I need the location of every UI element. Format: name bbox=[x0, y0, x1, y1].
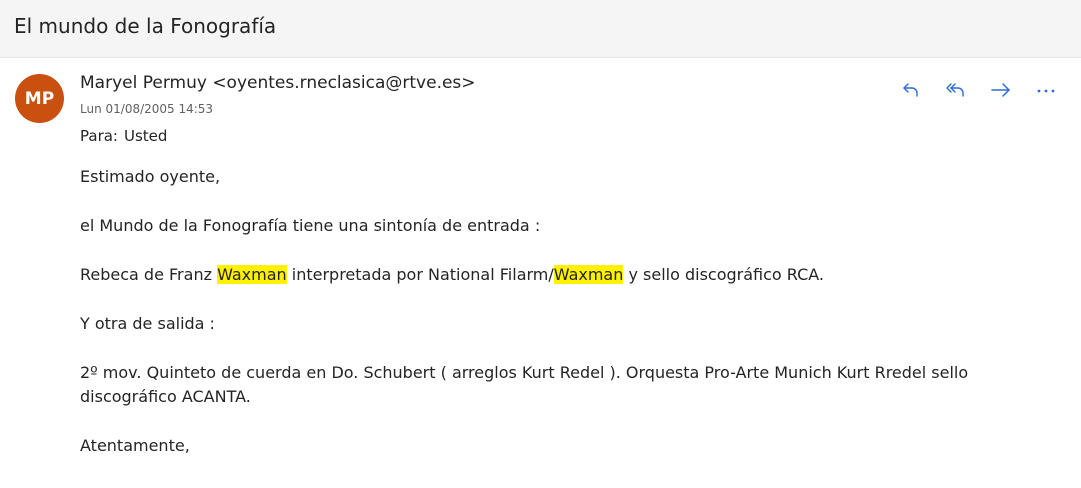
entry-text-1: Rebeca de Franz bbox=[80, 265, 218, 284]
more-icon bbox=[1037, 89, 1055, 93]
entry-text-2: interpretada por National Filarm/ bbox=[286, 265, 554, 284]
email-body: Estimado oyente, el Mundo de la Fonograf… bbox=[80, 165, 1040, 483]
reply-button[interactable] bbox=[896, 78, 926, 102]
body-line-exit-theme: 2º mov. Quinteto de cuerda en Do. Schube… bbox=[80, 363, 969, 406]
forward-button[interactable] bbox=[986, 78, 1016, 102]
body-line-exit-intro: Y otra de salida : bbox=[80, 314, 215, 333]
forward-icon bbox=[991, 83, 1010, 97]
sender-name-email[interactable]: Maryel Permuy <oyentes.rneclasica@rtve.e… bbox=[80, 73, 476, 93]
message-actions bbox=[896, 78, 1061, 102]
entry-text-3: y sello discográfico RCA. bbox=[623, 265, 825, 284]
sent-date: Lun 01/08/2005 14:53 bbox=[80, 102, 214, 116]
reply-icon bbox=[903, 83, 918, 97]
reply-all-button[interactable] bbox=[941, 78, 971, 102]
body-line-intro: el Mundo de la Fonografía tiene una sint… bbox=[80, 216, 541, 235]
search-highlight: Waxman bbox=[217, 265, 287, 284]
recipient-row: Para: Usted bbox=[80, 127, 167, 145]
search-highlight: Waxman bbox=[553, 265, 624, 284]
reply-all-icon bbox=[946, 83, 964, 97]
closing: Atentamente, bbox=[80, 436, 190, 455]
more-actions-button[interactable] bbox=[1031, 78, 1061, 102]
body-line-entry-theme: Rebeca de Franz Waxman interpretada por … bbox=[80, 263, 1040, 287]
subject-bar: El mundo de la Fonografía bbox=[0, 0, 1081, 58]
email-subject: El mundo de la Fonografía bbox=[14, 14, 277, 38]
greeting: Estimado oyente, bbox=[80, 167, 221, 186]
to-value[interactable]: Usted bbox=[124, 127, 167, 145]
sender-avatar[interactable]: MP bbox=[15, 74, 64, 123]
to-label: Para: bbox=[80, 127, 118, 145]
